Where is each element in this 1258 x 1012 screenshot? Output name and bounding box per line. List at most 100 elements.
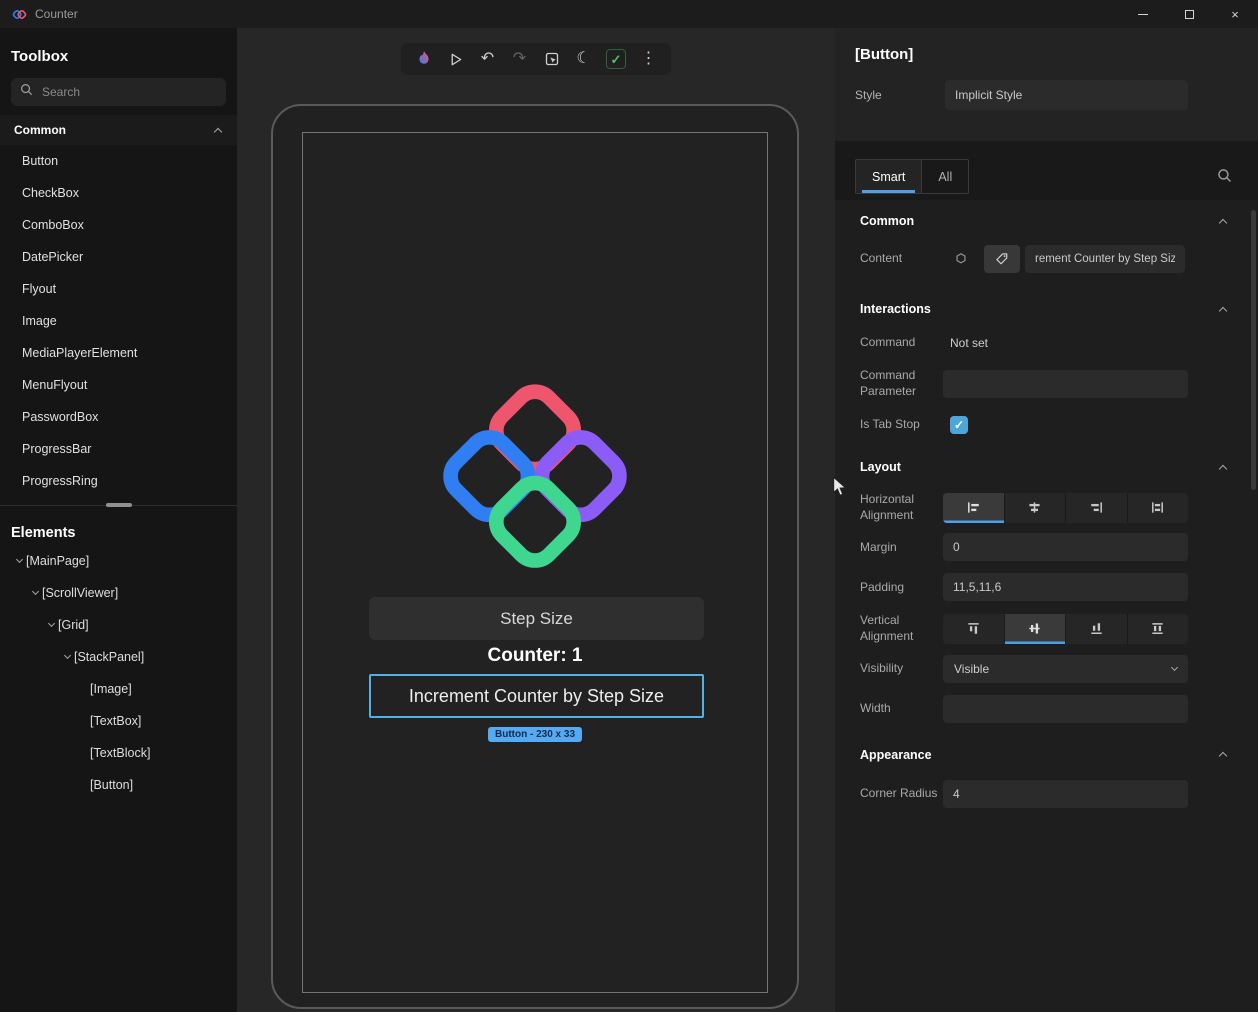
padding-input[interactable] xyxy=(943,573,1188,602)
design-toolbar: ↶ ↷ ☾ ✓ ⋮ xyxy=(401,43,671,75)
tree-item-image[interactable]: [Image] xyxy=(0,673,237,705)
theme-toggle-moon-icon[interactable]: ☾ xyxy=(574,50,593,69)
toolbox-item-menuflyout[interactable]: MenuFlyout xyxy=(0,369,237,401)
toolbox-item-progressring[interactable]: ProgressRing xyxy=(0,465,237,497)
literal-value-tag-button[interactable] xyxy=(984,245,1020,273)
inspector-scrollbar[interactable] xyxy=(1251,210,1256,490)
width-input[interactable] xyxy=(943,694,1188,723)
play-icon[interactable] xyxy=(446,50,465,69)
chevron-down-icon[interactable] xyxy=(60,651,74,660)
app-screen: Step Size Counter: 1 Increment Counter b… xyxy=(302,132,768,993)
minimize-button[interactable] xyxy=(1120,0,1166,28)
chevron-down-icon[interactable] xyxy=(12,555,26,564)
command-label: Command xyxy=(860,335,916,350)
maximize-button[interactable] xyxy=(1166,0,1212,28)
style-input[interactable] xyxy=(945,80,1188,110)
undo-icon[interactable]: ↶ xyxy=(478,50,497,69)
halign-stretch-button[interactable] xyxy=(1126,492,1189,523)
collapse-chevron-icon xyxy=(1218,751,1228,761)
visibility-value: Visible xyxy=(954,661,990,676)
tree-item-grid[interactable]: [Grid] xyxy=(0,609,237,641)
toolbox-section-common[interactable]: Common xyxy=(0,115,237,145)
status-ok-check-icon[interactable]: ✓ xyxy=(606,49,626,69)
step-size-textbox[interactable]: Step Size xyxy=(369,597,704,640)
tab-all-label: All xyxy=(938,169,953,184)
content-label: Content xyxy=(860,251,903,266)
chevron-down-icon[interactable] xyxy=(44,619,58,628)
tree-item-label: [ScrollViewer] xyxy=(42,586,119,600)
inspector-tabbar: Smart All xyxy=(835,141,1258,200)
valign-top-button[interactable] xyxy=(943,614,1004,644)
properties-panel: [Button] Style Smart All Common Content xyxy=(835,28,1258,1012)
is-tab-stop-checkbox[interactable]: ✓ xyxy=(950,416,968,435)
redo-icon[interactable]: ↷ xyxy=(510,50,529,69)
tab-active-indicator xyxy=(862,190,916,193)
collapse-chevron-icon xyxy=(1218,306,1228,315)
toolbox-item-flyout[interactable]: Flyout xyxy=(0,273,237,305)
corner-radius-input[interactable] xyxy=(943,779,1188,808)
tree-item-mainpage[interactable]: [MainPage] xyxy=(0,545,237,577)
toolbox-search[interactable] xyxy=(11,78,226,106)
valign-bottom-button[interactable] xyxy=(1065,613,1127,644)
close-button[interactable]: × xyxy=(1212,0,1258,28)
panel-splitter[interactable] xyxy=(0,499,237,512)
chevron-down-icon[interactable] xyxy=(28,587,42,596)
tree-item-label: [Image] xyxy=(90,682,132,696)
element-picker-icon[interactable] xyxy=(542,50,561,69)
toolbox-item-datepicker[interactable]: DatePicker xyxy=(0,241,237,273)
margin-input[interactable] xyxy=(943,533,1188,562)
width-label: Width xyxy=(860,700,891,715)
selected-element-title: [Button] xyxy=(855,46,914,63)
toolbox-item-button[interactable]: Button xyxy=(0,145,237,177)
toolbox-search-input[interactable] xyxy=(40,84,217,100)
halign-right-button[interactable] xyxy=(1065,492,1127,523)
binding-mode-button[interactable] xyxy=(943,245,979,273)
command-parameter-input[interactable] xyxy=(943,369,1188,398)
visibility-dropdown[interactable]: Visible xyxy=(943,654,1188,683)
horizontal-alignment-row: Horizontal Alignment xyxy=(835,492,1258,523)
toolbox-item-image[interactable]: Image xyxy=(0,305,237,337)
visibility-label: Visibility xyxy=(860,660,904,675)
command-value: Not set xyxy=(950,336,989,350)
section-interactions[interactable]: Interactions xyxy=(835,300,1258,318)
inspector-body: Common Content Interactions Command Not … xyxy=(835,200,1258,1012)
valign-center-button[interactable] xyxy=(1003,613,1065,644)
selection-size-badge: Button - 230 x 33 xyxy=(487,727,583,742)
toolbox-item-progressbar[interactable]: ProgressBar xyxy=(0,433,237,465)
hot-reload-flame-icon[interactable] xyxy=(414,50,433,69)
visibility-row: Visibility Visible xyxy=(835,654,1258,683)
tree-item-textblock[interactable]: [TextBlock] xyxy=(0,737,237,769)
toolbox-item-passwordbox[interactable]: PasswordBox xyxy=(0,401,237,433)
tab-all[interactable]: All xyxy=(921,160,968,193)
tree-item-scrollviewer[interactable]: [ScrollViewer] xyxy=(0,577,237,609)
tree-item-button[interactable]: [Button] xyxy=(0,769,237,801)
tree-item-label: [TextBox] xyxy=(90,714,142,728)
toolbox-item-checkbox[interactable]: CheckBox xyxy=(0,177,237,209)
maximize-icon xyxy=(1184,9,1194,19)
halign-left-button[interactable] xyxy=(943,492,1004,523)
vertical-alignment-label: Vertical Alignment xyxy=(860,613,914,643)
minimize-icon xyxy=(1138,13,1148,15)
section-appearance[interactable]: Appearance xyxy=(835,746,1258,764)
valign-stretch-button[interactable] xyxy=(1126,613,1189,644)
command-parameter-row: Command Parameter xyxy=(835,368,1258,399)
increment-counter-button[interactable]: Increment Counter by Step Size xyxy=(369,674,704,718)
section-common[interactable]: Common xyxy=(835,212,1258,230)
halign-center-button[interactable] xyxy=(1003,492,1066,523)
splitter-handle-icon xyxy=(105,503,132,507)
mouse-cursor xyxy=(832,475,848,502)
more-options-icon[interactable]: ⋮ xyxy=(639,50,658,69)
app-logo-image xyxy=(428,371,642,592)
content-input[interactable] xyxy=(1025,245,1185,273)
tree-item-label: [MainPage] xyxy=(26,554,90,568)
collapse-chevron-icon xyxy=(1218,218,1228,227)
tree-item-textbox[interactable]: [TextBox] xyxy=(0,705,237,737)
tree-item-stackpanel[interactable]: [StackPanel] xyxy=(0,641,237,673)
tab-smart[interactable]: Smart xyxy=(856,160,922,193)
inspector-header: [Button] Style xyxy=(835,28,1258,141)
toolbox-item-combobox[interactable]: ComboBox xyxy=(0,209,237,241)
is-tab-stop-row: Is Tab Stop ✓ xyxy=(835,414,1258,436)
section-layout[interactable]: Layout xyxy=(835,458,1258,476)
toolbox-item-mediaplayerelement[interactable]: MediaPlayerElement xyxy=(0,337,237,369)
properties-search-icon[interactable] xyxy=(1217,168,1232,188)
